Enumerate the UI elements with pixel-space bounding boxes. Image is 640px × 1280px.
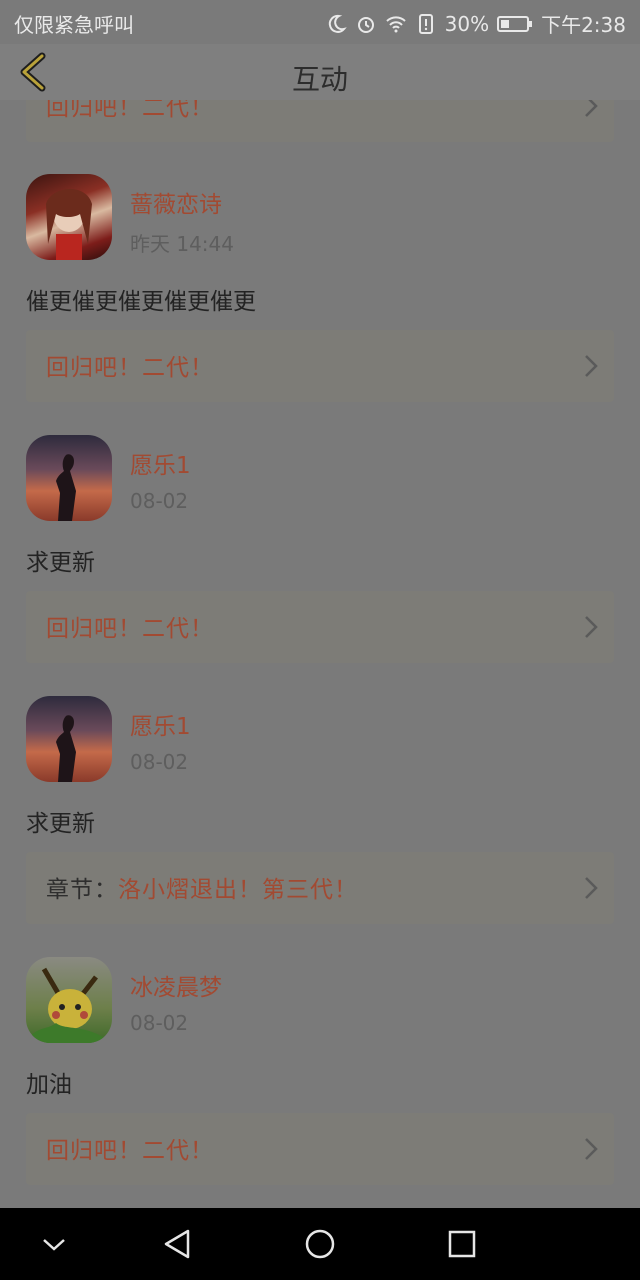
chevron-right-icon — [585, 1138, 598, 1160]
timestamp: 08-02 — [130, 1011, 189, 1035]
chapter-title: 回归吧！二代！ — [46, 355, 214, 381]
chapter-title: 回归吧！二代！ — [46, 616, 214, 642]
anime-girl-avatar-icon — [46, 188, 92, 260]
carrier-text: 仅限紧急呼叫 — [14, 13, 134, 37]
avatar[interactable] — [26, 696, 112, 782]
comment-text: 加油 — [26, 1072, 72, 1098]
timestamp: 08-02 — [130, 489, 189, 513]
battery-percent: 30% — [444, 11, 490, 36]
wifi-icon — [385, 15, 406, 32]
comment-text: 催更催更催更催更催更 — [26, 289, 256, 315]
chapter-title: 回归吧！二代！ — [46, 1138, 214, 1164]
timestamp: 08-02 — [130, 750, 189, 774]
timestamp: 昨天 14:44 — [130, 232, 234, 256]
chapter-card[interactable]: 回归吧！二代！ — [26, 1113, 614, 1185]
chevron-right-icon — [585, 877, 598, 899]
chapter-card[interactable]: 章节：洛小熠退出！第三代！ — [26, 852, 614, 924]
chapter-card[interactable]: 回归吧！二代！ — [26, 330, 614, 402]
home-circle-icon[interactable] — [302, 1226, 338, 1262]
username[interactable]: 冰凌晨梦 — [130, 968, 222, 1002]
username[interactable]: 蔷薇恋诗 — [130, 185, 222, 219]
avatar[interactable] — [26, 174, 112, 260]
system-nav-bar — [0, 1208, 640, 1280]
sunset-silhouette-avatar-icon — [56, 715, 76, 782]
avatar[interactable] — [26, 957, 112, 1043]
page-title: 互动 — [291, 63, 348, 96]
chevron-right-icon — [585, 355, 598, 377]
pikachu-avatar-icon — [26, 967, 112, 1043]
avatar[interactable] — [26, 435, 112, 521]
chevron-right-icon — [585, 616, 598, 638]
sim-alert-icon — [418, 13, 433, 34]
status-bar: 仅限紧急呼叫 30% 下午2:38 — [0, 0, 640, 44]
interaction-list[interactable]: 回归吧！二代！ 蔷薇恋诗 昨天 14:44 催更催更催更催更催更 回归吧！二代！… — [0, 44, 640, 1208]
back-triangle-icon[interactable] — [160, 1226, 196, 1262]
alarm-icon — [357, 16, 374, 33]
status-icons: 30% 下午2:38 — [325, 9, 626, 38]
recents-square-icon[interactable] — [444, 1226, 480, 1262]
username[interactable]: 愿乐1 — [130, 707, 191, 741]
battery-icon — [497, 15, 533, 32]
comment-text: 求更新 — [26, 550, 95, 576]
chapter-card[interactable]: 回归吧！二代！ — [26, 591, 614, 663]
comment-text: 求更新 — [26, 811, 95, 837]
chevron-down-icon[interactable] — [36, 1226, 72, 1262]
moon-icon — [328, 14, 347, 33]
app-header: 互动 — [0, 44, 640, 100]
username[interactable]: 愿乐1 — [130, 446, 191, 480]
sunset-silhouette-avatar-icon — [56, 454, 76, 521]
clock: 下午2:38 — [541, 13, 626, 37]
chapter-title: 章节：洛小熠退出！第三代！ — [46, 877, 358, 903]
